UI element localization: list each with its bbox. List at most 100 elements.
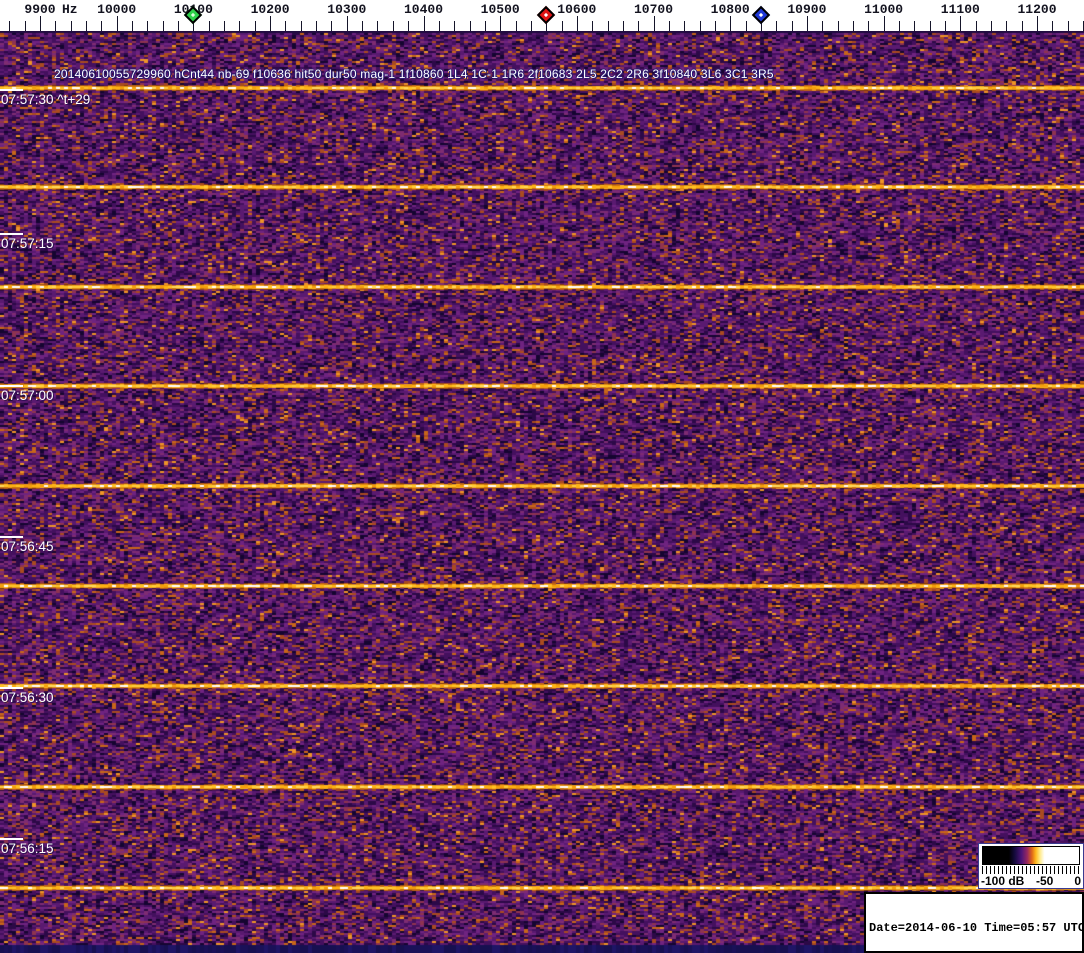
- freq-tick: [316, 21, 318, 31]
- freq-tick: [822, 21, 824, 31]
- freq-tick: [515, 21, 517, 31]
- freq-tick: [837, 21, 839, 31]
- freq-tick-label: 10600: [557, 2, 597, 17]
- freq-tick: [806, 16, 808, 31]
- spectrogram-canvas: [0, 31, 1084, 953]
- freq-tick: [852, 21, 854, 31]
- colorbar: -100 dB -50 0: [978, 843, 1084, 889]
- freq-tick: [653, 16, 655, 31]
- observation-info-box: Date=2014-06-10 Time=05:57 UTC Freq=143 …: [864, 892, 1084, 953]
- freq-tick: [945, 21, 946, 31]
- colorbar-tick: [990, 866, 991, 874]
- freq-tick: [929, 21, 931, 31]
- time-tick: [0, 536, 23, 538]
- freq-tick: [714, 21, 716, 31]
- freq-tick: [24, 21, 26, 31]
- freq-tick: [408, 21, 410, 31]
- time-tick: [0, 385, 23, 387]
- freq-tick: [776, 21, 778, 31]
- colorbar-tick: [986, 866, 987, 874]
- colorbar-tick: [1030, 866, 1031, 874]
- freq-tick: [116, 16, 118, 31]
- freq-tick: [270, 16, 272, 31]
- freq-tick: [530, 21, 532, 31]
- freq-tick-label: 10700: [633, 2, 674, 17]
- freq-tick: [454, 21, 456, 31]
- time-tick: [0, 89, 23, 91]
- time-tick: [0, 838, 23, 840]
- colorbar-tick: [1026, 866, 1027, 874]
- colorbar-tick: [1062, 866, 1063, 874]
- freq-tick-label: 10400: [403, 2, 444, 17]
- freq-tick: [684, 21, 686, 31]
- freq-tick: [914, 21, 916, 31]
- colorbar-tick: [1066, 866, 1067, 874]
- colorbar-tick: [1038, 866, 1039, 874]
- freq-tick: [1021, 21, 1023, 31]
- time-label: 07:56:15: [1, 841, 54, 856]
- freq-tick: [224, 21, 226, 31]
- colorbar-tick: [1010, 866, 1011, 874]
- colorbar-tick: [1002, 866, 1003, 874]
- freq-tick: [208, 21, 210, 31]
- colorbar-tick: [1014, 866, 1015, 874]
- freq-tick-label: 11200: [1017, 2, 1057, 17]
- freq-tick-label: 9900: [24, 2, 56, 17]
- time-label: 07:57:30 ^t+29: [1, 92, 91, 107]
- colorbar-tick: [1046, 866, 1047, 874]
- colorbar-labels: -100 dB -50 0: [979, 874, 1084, 888]
- colorbar-tick: [1034, 866, 1035, 874]
- freq-tick: [745, 21, 747, 31]
- colorbar-label-mid: -50: [1036, 874, 1054, 888]
- freq-tick: [500, 16, 502, 31]
- freq-tick: [622, 21, 624, 31]
- time-label: 07:57:15: [1, 236, 54, 251]
- time-label: 07:56:30: [1, 690, 54, 705]
- freq-tick: [392, 21, 394, 31]
- spectrogram-window: Hz 9900100001010010200103001040010500106…: [0, 0, 1084, 953]
- freq-tick-label: 10200: [250, 2, 290, 17]
- freq-tick: [791, 21, 793, 31]
- freq-tick: [1037, 16, 1038, 31]
- colorbar-label-min: -100 dB: [981, 874, 1025, 888]
- freq-tick: [254, 21, 256, 31]
- colorbar-tick: [994, 866, 995, 874]
- freq-tick-label: 11100: [940, 2, 980, 17]
- marker-blue-icon[interactable]: [751, 5, 771, 25]
- freq-tick: [132, 21, 133, 31]
- freq-tick: [101, 21, 103, 31]
- freq-tick-label: 10900: [787, 2, 827, 17]
- freq-tick: [423, 16, 425, 31]
- frequency-axis: Hz 9900100001010010200103001040010500106…: [0, 0, 1084, 31]
- time-label: 07:57:00: [1, 388, 54, 403]
- colorbar-tick: [1006, 866, 1007, 874]
- info-line-date: Date=2014-06-10 Time=05:57 UTC: [869, 921, 1084, 935]
- colorbar-tick: [1074, 866, 1075, 874]
- freq-tick: [1006, 21, 1008, 31]
- marker-red-icon[interactable]: [536, 5, 556, 25]
- colorbar-tick: [1078, 866, 1079, 874]
- freq-tick: [285, 21, 287, 31]
- detection-header-text: 20140610055729960 hCnt44 nb-69 f10636 hi…: [54, 67, 774, 81]
- freq-tick: [40, 16, 41, 31]
- freq-tick: [899, 21, 900, 31]
- freq-tick: [699, 21, 701, 31]
- freq-tick: [868, 21, 870, 31]
- freq-tick: [331, 21, 333, 31]
- freq-tick: [9, 21, 11, 31]
- freq-tick: [377, 21, 379, 31]
- freq-tick: [147, 21, 149, 31]
- colorbar-tick: [998, 866, 999, 874]
- freq-tick-label: 10300: [327, 2, 367, 17]
- freq-tick: [576, 16, 578, 31]
- freq-tick: [561, 21, 563, 31]
- freq-tick: [1067, 21, 1069, 31]
- freq-tick: [883, 16, 885, 31]
- colorbar-tick: [1050, 866, 1051, 874]
- freq-tick: [362, 21, 364, 31]
- freq-tick: [178, 21, 179, 31]
- freq-tick: [162, 21, 164, 31]
- freq-tick: [1052, 21, 1054, 31]
- freq-tick: [668, 21, 670, 31]
- freq-tick: [484, 21, 486, 31]
